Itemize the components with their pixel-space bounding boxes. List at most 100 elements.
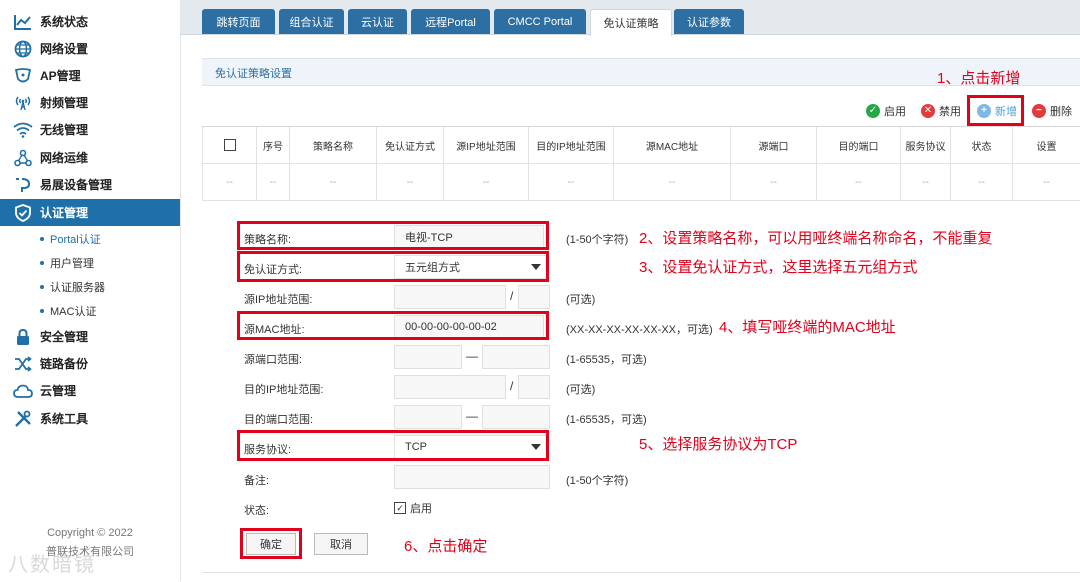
protocol-value: TCP	[405, 441, 427, 453]
confirm-button[interactable]: 确定	[246, 533, 296, 555]
add-button[interactable]: + 新增	[977, 101, 1017, 121]
table-header: 源MAC地址	[614, 127, 731, 164]
dst-ip-mask-input[interactable]	[518, 375, 550, 399]
annotation-step-2: 2、设置策略名称，可以用哑终端名称命名，不能重复	[639, 230, 993, 247]
tab-cmcc-portal[interactable]: CMCC Portal	[494, 9, 586, 34]
sidebar-item-label: 云管理	[40, 384, 77, 398]
plus-circle-icon: +	[977, 104, 991, 118]
sidebar-item-label: 射频管理	[40, 96, 89, 110]
src-port-hint: (1-65535，可选)	[566, 354, 647, 366]
sidebar-item-label: 系统状态	[40, 15, 89, 29]
sidebar-item-label: AP管理	[40, 69, 81, 83]
cloud-icon	[12, 381, 34, 401]
sidebar-item-label: 认证管理	[40, 206, 89, 220]
watermark: ​八数暗镜	[8, 554, 96, 576]
src-ip-mask-input[interactable]	[518, 285, 550, 309]
sidebar-subitem-mac-auth[interactable]: MAC认证	[0, 299, 180, 323]
auth-method-select[interactable]: 五元组方式	[394, 255, 548, 279]
globe-icon	[12, 39, 34, 59]
policy-name-input[interactable]: 电视-TCP	[394, 225, 544, 249]
enable-button[interactable]: ✓ 启用	[866, 101, 906, 121]
tab-redirect-page[interactable]: 跳转页面	[202, 9, 275, 34]
sidebar-item-link-backup[interactable]: 链路备份	[0, 350, 180, 377]
sidebar-item-system-tools[interactable]: 系统工具	[0, 405, 180, 432]
select-all-checkbox[interactable]	[223, 139, 236, 151]
policy-table: 序号 策略名称 免认证方式 源IP地址范围 目的IP地址范围 源MAC地址 源端…	[202, 126, 1080, 202]
tab-auth-free-policy[interactable]: 免认证策略	[590, 9, 672, 36]
bullet-icon	[40, 285, 44, 289]
sidebar-item-security[interactable]: 安全管理	[0, 323, 180, 350]
src-ip-input[interactable]	[394, 285, 506, 309]
table-cell: --	[202, 164, 257, 201]
cancel-button[interactable]: 取消	[314, 533, 368, 555]
sidebar-item-label: 网络设置	[40, 42, 89, 56]
sidebar-item-auth-management[interactable]: 认证管理	[0, 199, 180, 226]
sidebar-item-easy-device[interactable]: 易展设备管理	[0, 171, 180, 198]
status-enable-checkbox[interactable]: ✓ 启用	[394, 500, 432, 516]
x-circle-icon: ✕	[921, 104, 935, 118]
sidebar-item-system-status[interactable]: 系统状态	[0, 8, 180, 35]
sidebar-subitem-label: Portal认证	[50, 234, 101, 246]
tab-auth-params[interactable]: 认证参数	[674, 9, 744, 34]
radio-signal-icon	[12, 93, 34, 113]
device-link-icon	[12, 175, 34, 195]
table-cell: --	[257, 164, 290, 201]
policy-name-label: 策略名称:	[244, 234, 292, 246]
src-mac-input[interactable]: 00-00-00-00-00-02	[394, 315, 544, 339]
delete-button[interactable]: − 删除	[1032, 101, 1072, 121]
src-mac-hint: (XX-XX-XX-XX-XX-XX，可选)	[566, 324, 713, 336]
copyright-line: Copyright © 2022	[47, 527, 133, 539]
sidebar-item-network-settings[interactable]: 网络设置	[0, 35, 180, 62]
disable-button[interactable]: ✕ 禁用	[921, 101, 961, 121]
tab-remote-portal[interactable]: 远程Portal	[411, 9, 490, 34]
sidebar-item-label: 易展设备管理	[40, 178, 113, 192]
sidebar: 系统状态 网络设置 AP管理 射频管理 无线管理 网络运维 易展设备管理 认证管…	[0, 0, 181, 581]
dst-port-dash: —	[466, 409, 478, 423]
wifi-icon	[12, 120, 34, 140]
tab-cloud-auth[interactable]: 云认证	[348, 9, 407, 34]
table-header: 状态	[951, 127, 1013, 164]
check-circle-icon: ✓	[866, 104, 880, 118]
chevron-down-icon	[531, 264, 541, 270]
sidebar-item-label: 系统工具	[40, 412, 89, 426]
src-port-start-input[interactable]	[394, 345, 462, 369]
network-tree-icon	[12, 148, 34, 168]
sidebar-subitem-auth-server[interactable]: 认证服务器	[0, 275, 180, 299]
sidebar-item-label: 链路备份	[40, 357, 89, 371]
bullet-icon	[40, 237, 44, 241]
annotation-step-6: 6、点击确定	[404, 538, 488, 555]
sidebar-item-network-ops[interactable]: 网络运维	[0, 144, 180, 171]
table-cell: --	[377, 164, 444, 201]
table-header: 服务协议	[901, 127, 951, 164]
dst-port-end-input[interactable]	[482, 405, 550, 429]
sidebar-subitem-label: MAC认证	[50, 306, 97, 318]
sidebar-item-label: 网络运维	[40, 151, 89, 165]
sidebar-subitem-label: 用户管理	[50, 258, 94, 270]
sidebar-item-wireless-management[interactable]: 无线管理	[0, 116, 180, 143]
sidebar-item-cloud[interactable]: 云管理	[0, 377, 180, 404]
sidebar-item-label: 安全管理	[40, 330, 89, 344]
disable-label: 禁用	[939, 106, 961, 118]
sidebar-subitem-user-management[interactable]: 用户管理	[0, 251, 180, 275]
select-all-cell[interactable]	[202, 127, 257, 164]
table-header: 设置	[1013, 127, 1080, 164]
sidebar-subitem-label: 认证服务器	[50, 282, 105, 294]
src-port-label: 源端口范围:	[244, 354, 303, 366]
table-header: 策略名称	[290, 127, 377, 164]
sidebar-subitem-portal-auth[interactable]: Portal认证	[0, 227, 180, 251]
sidebar-item-radio-management[interactable]: 射频管理	[0, 89, 180, 116]
dst-port-start-input[interactable]	[394, 405, 462, 429]
tools-icon	[12, 409, 34, 429]
table-cell: --	[951, 164, 1013, 201]
table-header: 目的端口	[817, 127, 901, 164]
tab-combined-auth[interactable]: 组合认证	[279, 9, 344, 34]
checkbox-checked-icon: ✓	[394, 502, 406, 514]
sidebar-item-ap-management[interactable]: AP管理	[0, 62, 180, 89]
dst-ip-input[interactable]	[394, 375, 506, 399]
src-port-end-input[interactable]	[482, 345, 550, 369]
protocol-select[interactable]: TCP	[394, 435, 548, 459]
dst-port-label: 目的端口范围:	[244, 414, 314, 426]
table-header: 源IP地址范围	[444, 127, 529, 164]
remark-input[interactable]	[394, 465, 550, 489]
sidebar-item-label: 无线管理	[40, 123, 89, 137]
